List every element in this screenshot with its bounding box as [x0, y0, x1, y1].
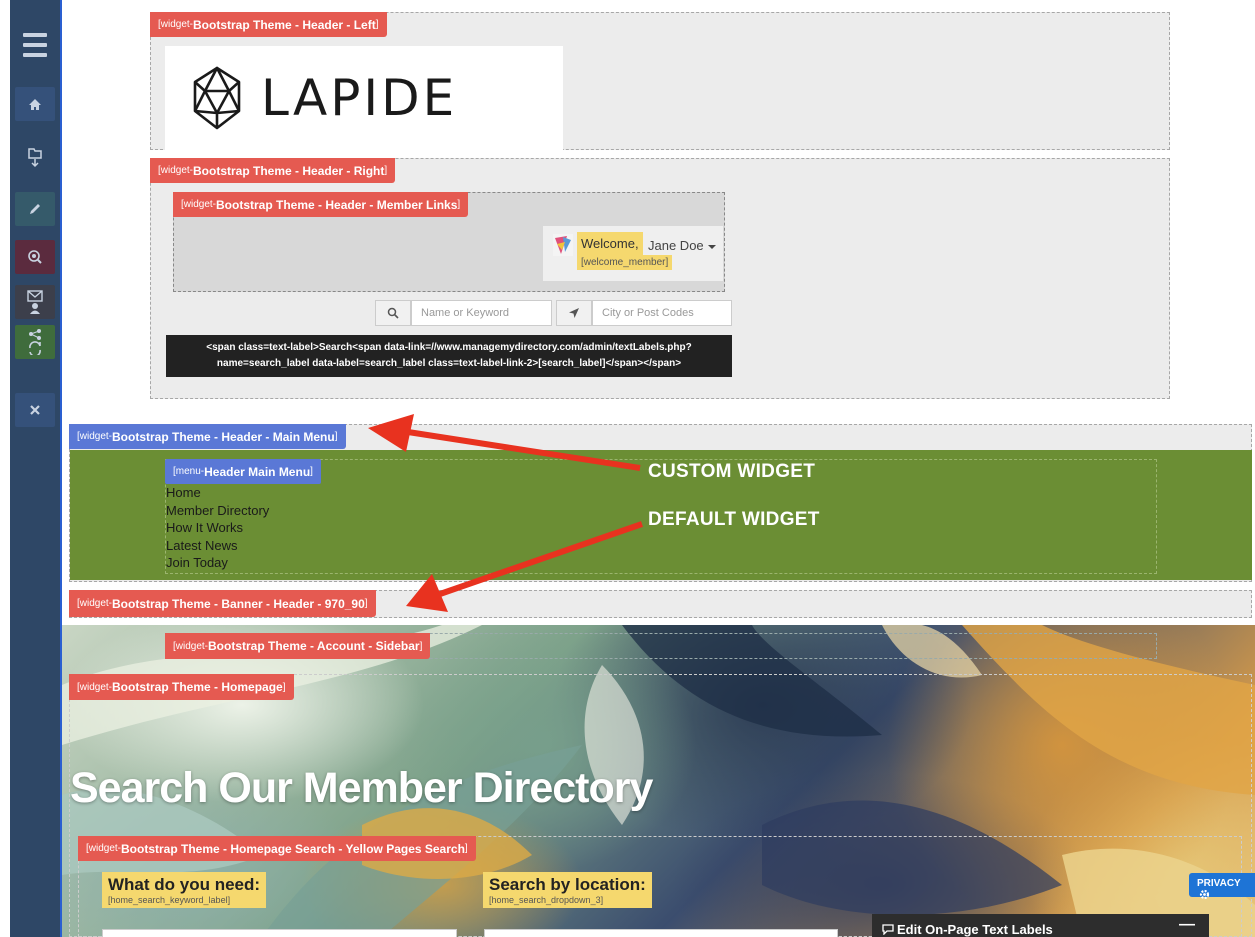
privacy-label: PRIVACY [1197, 878, 1241, 889]
edit-panel-title: Edit On-Page Text Labels [897, 922, 1053, 937]
edit-text-labels-panel[interactable]: Edit On-Page Text Labels — [872, 914, 1209, 937]
comment-icon [882, 924, 894, 936]
privacy-button[interactable]: PRIVACY [1189, 873, 1255, 900]
arrow-custom-widget [368, 414, 641, 471]
annotation-arrows [368, 414, 643, 612]
arrow-default-widget [406, 521, 643, 612]
minimize-icon[interactable]: — [1179, 916, 1195, 934]
gear-icon [1199, 889, 1210, 900]
